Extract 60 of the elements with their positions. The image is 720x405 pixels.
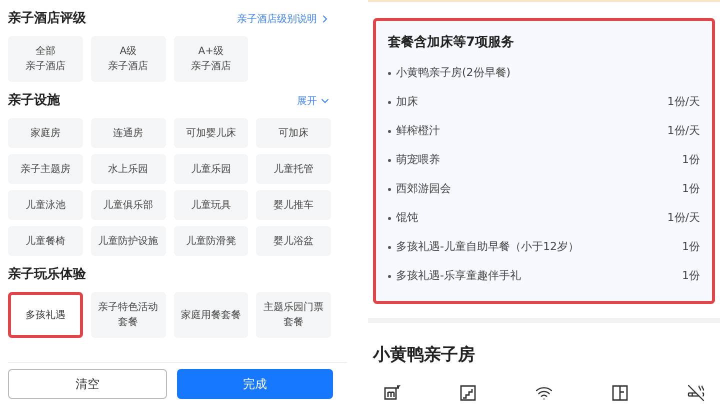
filter-option[interactable]: 婴儿浴盆 — [256, 226, 331, 256]
service-item: 多孩礼遇-乐享童趣伴手礼 — [396, 268, 521, 284]
service-quantity: 1份/天 — [667, 122, 700, 139]
service-quantity: 1份 — [682, 268, 700, 284]
service-quantity: 1份 — [682, 238, 700, 255]
service-item: 萌宠喂养 — [396, 152, 440, 168]
section-link[interactable]: 亲子酒店级别说明 — [237, 12, 331, 26]
filter-option[interactable]: 儿童玩具 — [174, 190, 248, 220]
bullet-icon — [388, 100, 391, 104]
clear-button[interactable]: 清空 — [8, 369, 166, 399]
bullet-icon — [388, 246, 391, 248]
service-item: 小黄鸭亲子房(2份早餐) — [396, 64, 511, 81]
filter-option[interactable]: 水上乐园 — [90, 154, 166, 184]
filter-option[interactable]: 全部 亲子酒店 — [8, 36, 83, 82]
filter-option[interactable]: 儿童泳池 — [8, 190, 83, 220]
bullet-icon — [388, 130, 391, 132]
filter-option[interactable]: 可加床 — [256, 118, 331, 148]
filter-option[interactable]: 可加婴儿床 — [174, 118, 248, 148]
service-item: 多孩礼遇-儿童自助早餐（小于12岁） — [396, 238, 579, 255]
section-title: 亲子设施 — [8, 92, 60, 110]
service-quantity: 1份/天 — [667, 94, 700, 110]
filter-option[interactable]: 儿童防护设施 — [90, 226, 166, 256]
window-icon — [611, 384, 629, 402]
service-quantity: 1份 — [682, 152, 700, 168]
section-link[interactable]: 展开 — [297, 94, 331, 108]
service-item: 鲜榨橙汁 — [396, 122, 440, 139]
section-title: 亲子玩乐体验 — [8, 266, 86, 284]
filter-option[interactable]: 儿童防滑凳 — [174, 226, 248, 256]
bullet-icon — [388, 158, 391, 162]
filter-option[interactable]: 连通房 — [90, 118, 166, 148]
service-item: 西郊游园会 — [396, 180, 451, 197]
filter-option[interactable]: 儿童餐椅 — [8, 226, 83, 256]
bullet-icon — [388, 72, 391, 74]
filter-option[interactable]: 亲子主题房 — [8, 154, 83, 184]
bullet-icon — [388, 274, 391, 278]
section-title: 亲子酒店评级 — [8, 10, 86, 28]
filter-option[interactable]: 家庭房 — [8, 118, 83, 148]
bullet-icon — [388, 188, 391, 190]
service-quantity: 1份/天 — [667, 210, 700, 226]
service-item: 馄饨 — [396, 210, 418, 226]
filter-option[interactable]: 多孩礼遇 — [8, 292, 83, 338]
filter-option[interactable]: 儿童乐园 — [174, 154, 248, 184]
filter-option[interactable]: 主题乐园门票 套餐 — [256, 292, 331, 338]
filter-option[interactable]: A级 亲子酒店 — [90, 36, 166, 82]
filter-option[interactable]: 儿童托管 — [256, 154, 331, 184]
service-item: 加床 — [396, 94, 418, 110]
bullet-icon — [388, 216, 391, 220]
filter-option[interactable]: 儿童俱乐部 — [90, 190, 166, 220]
done-button[interactable]: 完成 — [176, 369, 333, 399]
service-quantity: 1份 — [682, 180, 700, 197]
filter-option[interactable]: 亲子特色活动 套餐 — [90, 292, 166, 338]
filter-option[interactable]: 家庭用餐套餐 — [174, 292, 248, 338]
no-smoking-icon — [687, 384, 705, 402]
room-title: 小黄鸭亲子房 — [373, 344, 476, 366]
filter-option[interactable]: 婴儿推车 — [256, 190, 331, 220]
stairs-icon — [459, 384, 477, 402]
filter-option[interactable]: A+级 亲子酒店 — [174, 36, 248, 82]
wifi-icon — [535, 384, 553, 402]
package-title: 套餐含加床等7项服务 — [388, 34, 516, 52]
area-icon — [383, 384, 401, 402]
